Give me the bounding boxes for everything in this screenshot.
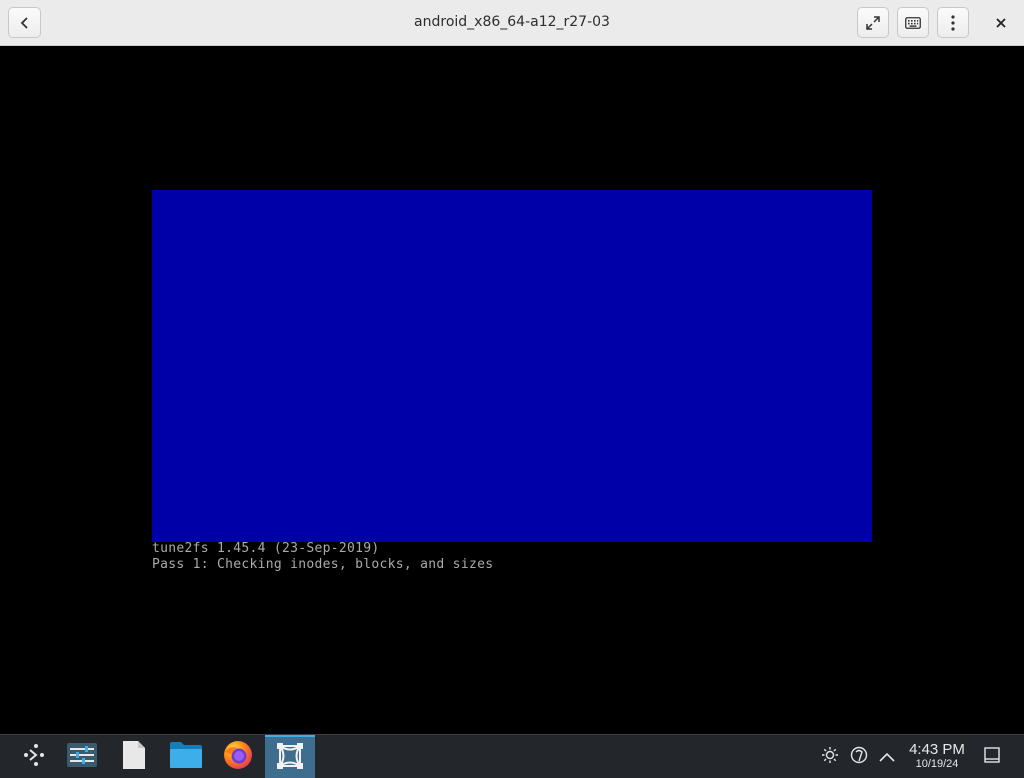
network-icon: [850, 746, 868, 768]
clock-time: 4:43 PM: [909, 741, 965, 758]
expand-tray-icon: [878, 748, 896, 767]
fullscreen-button[interactable]: [857, 7, 889, 38]
vm-console-screen[interactable]: tune2fs 1.45.4 (23-Sep-2019) Pass 1: Che…: [0, 46, 1024, 734]
taskbar-app-file-manager[interactable]: [162, 735, 210, 778]
taskbar: 4:43 PM 10/19/24: [0, 734, 1024, 778]
firefox-icon: [222, 739, 254, 775]
file-manager-icon: [170, 741, 202, 773]
brightness-icon: [821, 746, 839, 768]
close-icon: [995, 13, 1006, 32]
system-settings-icon: [67, 742, 97, 771]
keyboard-button[interactable]: [897, 7, 929, 38]
close-button[interactable]: [985, 7, 1016, 38]
taskbar-app-firefox[interactable]: [214, 735, 262, 778]
app-launcher-icon: [21, 742, 47, 772]
kebab-menu-icon: [951, 14, 955, 31]
show-desktop-button[interactable]: [982, 747, 1002, 767]
taskbar-app-virtual-machine[interactable]: [265, 735, 315, 778]
window-titlebar: android_x86_64-a12_r27-03: [0, 0, 1024, 46]
brightness-button[interactable]: [820, 747, 840, 767]
taskbar-app-system-settings[interactable]: [58, 735, 106, 778]
show-desktop-icon: [983, 746, 1001, 768]
network-button[interactable]: [849, 746, 869, 768]
fullscreen-icon: [865, 15, 881, 31]
virtual-machine-icon: [275, 741, 305, 775]
text-file-icon: [122, 740, 146, 774]
keyboard-icon: [905, 16, 921, 29]
expand-tray-button[interactable]: [877, 747, 897, 767]
taskbar-app-text-file[interactable]: [110, 735, 158, 778]
console-line: Pass 1: Checking inodes, blocks, and siz…: [152, 557, 494, 572]
clock-date: 10/19/24: [915, 758, 959, 770]
menu-button[interactable]: [937, 7, 969, 38]
console-line: tune2fs 1.45.4 (23-Sep-2019): [152, 541, 380, 556]
boot-splash-box: [152, 190, 872, 542]
app-launcher-button[interactable]: [10, 735, 58, 778]
